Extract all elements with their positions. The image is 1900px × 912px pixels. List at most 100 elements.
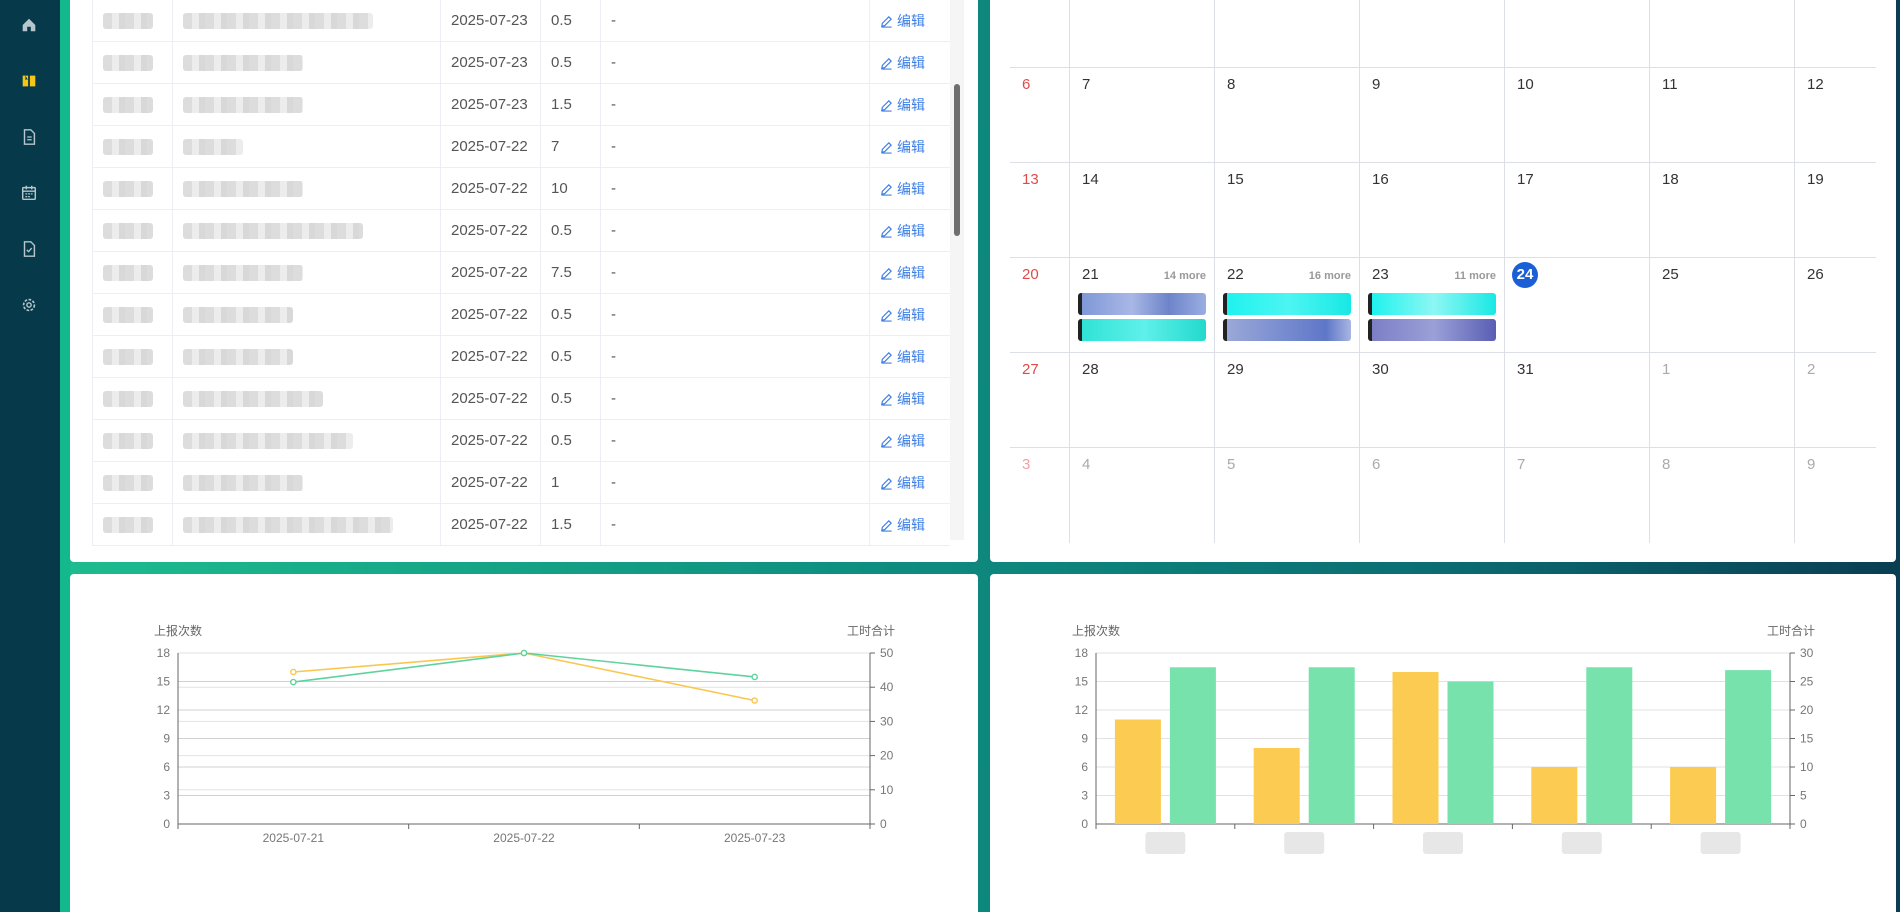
calendar-day-cell[interactable]: 8 <box>1215 68 1360 162</box>
task-name-cell <box>173 42 441 84</box>
bar-series-1[interactable] <box>1586 667 1633 824</box>
calendar-day-cell[interactable] <box>1505 0 1650 67</box>
more-events-link[interactable]: 16 more <box>1309 270 1351 282</box>
calendar-day-cell[interactable]: 10 <box>1505 68 1650 162</box>
edit-button[interactable]: 编辑 <box>880 378 925 420</box>
calendar-day-cell[interactable]: 1 <box>1650 353 1795 447</box>
calendar-event[interactable] <box>1368 293 1496 315</box>
calendar-day-cell[interactable]: 14 <box>1070 163 1215 257</box>
calendar-day-cell[interactable]: 24 <box>1505 258 1650 352</box>
calendar-day-cell[interactable]: 12 <box>1795 68 1876 162</box>
calendar-day-cell[interactable]: 11 <box>1650 68 1795 162</box>
calendar-day-cell[interactable] <box>1650 0 1795 67</box>
y-tick-label: 6 <box>1081 760 1088 774</box>
bar-series-0[interactable] <box>1531 767 1578 824</box>
calendar-day-cell[interactable]: 18 <box>1650 163 1795 257</box>
line-point[interactable] <box>290 668 297 676</box>
calendar-day-cell[interactable]: 6 <box>1360 448 1505 543</box>
edit-button[interactable]: 编辑 <box>880 0 925 42</box>
bar-series-1[interactable] <box>1308 667 1355 824</box>
day-number: 8 <box>1662 456 1671 473</box>
calendar-day-cell[interactable]: 22 16 more <box>1215 258 1360 352</box>
settings-icon[interactable] <box>19 295 39 315</box>
calendar-day-cell[interactable]: 20 <box>1010 258 1070 352</box>
calendar-day-cell[interactable]: 29 <box>1215 353 1360 447</box>
home-icon[interactable] <box>19 15 39 35</box>
calendar-day-cell[interactable]: 8 <box>1650 448 1795 543</box>
edit-button[interactable]: 编辑 <box>880 504 925 546</box>
calendar-day-cell[interactable] <box>1070 0 1215 67</box>
file-check-icon[interactable] <box>19 239 39 259</box>
calendar-day-cell[interactable]: 7 <box>1505 448 1650 543</box>
day-number: 26 <box>1807 266 1824 283</box>
calendar-day-cell[interactable]: 9 <box>1360 68 1505 162</box>
line-point[interactable] <box>520 649 528 657</box>
bar-series-1[interactable] <box>1725 670 1772 824</box>
bar-series-0[interactable] <box>1670 767 1717 824</box>
edit-button[interactable]: 编辑 <box>880 168 925 210</box>
calendar-day-cell[interactable] <box>1795 0 1876 67</box>
y-tick-label: 18 <box>1075 646 1089 660</box>
calendar-day-cell[interactable] <box>1010 0 1070 67</box>
more-events-link[interactable]: 14 more <box>1164 270 1206 282</box>
day-number: 9 <box>1372 76 1381 93</box>
calendar-day-cell[interactable]: 21 14 more <box>1070 258 1215 352</box>
calendar-day-cell[interactable]: 26 <box>1795 258 1876 352</box>
edit-label: 编辑 <box>897 97 925 113</box>
calendar-event[interactable] <box>1368 319 1496 341</box>
bar-series-1[interactable] <box>1447 681 1494 825</box>
calendar-day-cell[interactable] <box>1215 0 1360 67</box>
calendar-day-cell[interactable]: 4 <box>1070 448 1215 543</box>
bar-series-1[interactable] <box>1169 667 1216 824</box>
edit-icon <box>881 393 892 406</box>
calendar-day-cell[interactable]: 9 <box>1795 448 1876 543</box>
book-icon[interactable] <box>19 71 39 91</box>
calendar-day-cell[interactable]: 31 <box>1505 353 1650 447</box>
edit-button[interactable]: 编辑 <box>880 252 925 294</box>
calendar-day-cell[interactable]: 16 <box>1360 163 1505 257</box>
edit-button[interactable]: 编辑 <box>880 420 925 462</box>
calendar-event[interactable] <box>1223 293 1351 315</box>
calendar-day-cell[interactable]: 13 <box>1010 163 1070 257</box>
table-row: 2025-07-22 0.5- 编辑 <box>93 294 950 336</box>
line-point[interactable] <box>751 673 758 681</box>
action-cell: 编辑 <box>870 504 951 546</box>
calendar-day-cell[interactable]: 2 <box>1795 353 1876 447</box>
day-number: 23 <box>1372 266 1389 283</box>
calendar-icon[interactable] <box>19 183 39 203</box>
calendar-day-cell[interactable]: 3 <box>1010 448 1070 543</box>
edit-button[interactable]: 编辑 <box>880 84 925 126</box>
document-icon[interactable] <box>19 127 39 147</box>
calendar-day-cell[interactable]: 25 <box>1650 258 1795 352</box>
calendar-day-cell[interactable] <box>1360 0 1505 67</box>
table-scrollbar[interactable] <box>950 0 964 540</box>
edit-button[interactable]: 编辑 <box>880 126 925 168</box>
line-point[interactable] <box>751 697 758 704</box>
calendar-day-cell[interactable]: 23 11 more <box>1360 258 1505 352</box>
calendar-event[interactable] <box>1078 319 1206 341</box>
bar-series-0[interactable] <box>1114 719 1161 825</box>
line-point[interactable] <box>290 678 297 686</box>
edit-button[interactable]: 编辑 <box>880 210 925 252</box>
calendar-day-cell[interactable]: 5 <box>1215 448 1360 543</box>
calendar-day-cell[interactable]: 28 <box>1070 353 1215 447</box>
calendar-day-cell[interactable]: 7 <box>1070 68 1215 162</box>
edit-button[interactable]: 编辑 <box>880 42 925 84</box>
day-number: 13 <box>1022 171 1039 188</box>
table-scrollbar-thumb[interactable] <box>954 84 960 236</box>
edit-button[interactable]: 编辑 <box>880 336 925 378</box>
calendar-day-cell[interactable]: 15 <box>1215 163 1360 257</box>
edit-button[interactable]: 编辑 <box>880 462 925 504</box>
calendar-event[interactable] <box>1223 319 1351 341</box>
day-number: 18 <box>1662 171 1679 188</box>
calendar-day-cell[interactable]: 17 <box>1505 163 1650 257</box>
bar-series-0[interactable] <box>1392 672 1439 824</box>
calendar-day-cell[interactable]: 6 <box>1010 68 1070 162</box>
more-events-link[interactable]: 11 more <box>1454 270 1496 282</box>
bar-series-0[interactable] <box>1253 748 1300 824</box>
calendar-event[interactable] <box>1078 293 1206 315</box>
calendar-day-cell[interactable]: 30 <box>1360 353 1505 447</box>
calendar-day-cell[interactable]: 27 <box>1010 353 1070 447</box>
calendar-day-cell[interactable]: 19 <box>1795 163 1876 257</box>
edit-button[interactable]: 编辑 <box>880 294 925 336</box>
